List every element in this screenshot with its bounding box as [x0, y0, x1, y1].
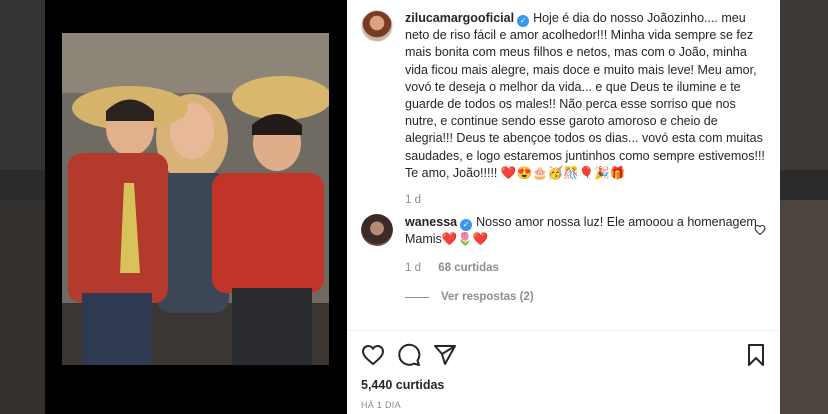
comment-text: Nosso amor nossa luz! Ele amooou a homen…	[405, 215, 757, 247]
author-avatar[interactable]	[361, 10, 393, 42]
heart-icon[interactable]	[361, 343, 385, 367]
comment-icon[interactable]	[397, 343, 421, 367]
post-photo[interactable]	[62, 33, 329, 365]
post-actions-bar	[361, 342, 768, 368]
background-post-thumbnail	[0, 0, 45, 170]
comment-meta: 1 d 68 curtidas	[405, 260, 765, 277]
commenter-username[interactable]: wanessa	[405, 215, 457, 229]
section-divider	[347, 330, 780, 331]
post-timestamp[interactable]: HÁ 1 DIA	[361, 400, 401, 410]
commenter-avatar[interactable]	[361, 214, 393, 246]
verified-badge-icon: ✓	[460, 219, 473, 231]
post-likes-count[interactable]: 5,440 curtidas	[361, 378, 444, 392]
view-replies-label: Ver respostas (2)	[441, 291, 534, 303]
post-caption: zilucamargooficial ✓ Hoje é dia do nosso J…	[361, 10, 766, 209]
comment-text-block: wanessa ✓ Nosso amor nossa luz! Ele amooou…	[405, 214, 765, 278]
post-details-panel: zilucamargooficial ✓ Hoje é dia do nosso J…	[347, 0, 780, 414]
comment-age[interactable]: 1 d	[405, 262, 421, 274]
background-post-thumbnail	[780, 0, 828, 170]
post-age[interactable]: 1 d	[405, 192, 766, 209]
family-photo	[62, 33, 329, 365]
background-post-thumbnail	[780, 200, 828, 414]
caption-text: Hoje é dia do nosso Joãozinho.... meu ne…	[405, 11, 765, 180]
view-replies-button[interactable]: Ver respostas (2)	[405, 291, 534, 303]
replies-divider-line	[405, 296, 429, 298]
comment-likes[interactable]: 68 curtidas	[438, 262, 499, 274]
caption-text-block: zilucamargooficial ✓ Hoje é dia do nosso J…	[405, 10, 766, 209]
author-username[interactable]: zilucamargooficial	[405, 11, 514, 25]
paper-plane-icon[interactable]	[433, 343, 457, 367]
comment-item: wanessa ✓ Nosso amor nossa luz! Ele amooou…	[361, 214, 766, 278]
comment-like-heart-icon[interactable]	[754, 224, 766, 236]
verified-badge-icon: ✓	[517, 15, 530, 27]
background-post-thumbnail	[0, 200, 45, 414]
post-media	[45, 0, 347, 414]
bookmark-icon[interactable]	[744, 343, 768, 367]
post-modal: zilucamargooficial ✓ Hoje é dia do nosso J…	[45, 0, 780, 414]
